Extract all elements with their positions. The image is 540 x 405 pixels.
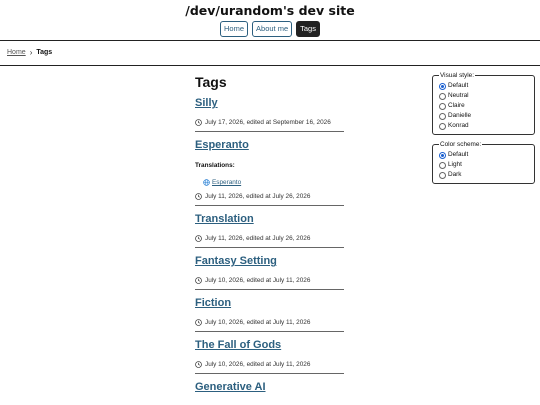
visual-style-option-konrad[interactable]: Konrad — [439, 121, 528, 131]
site-title: /dev/urandom's dev site — [185, 3, 355, 18]
header-divider — [0, 40, 540, 41]
post-meta: July 11, 2026, edited at July 26, 2026 — [195, 192, 345, 201]
visual-style-legend: Visual style: — [440, 72, 474, 79]
main-content: Tags Silly July 17, 2026, edited at Sept… — [195, 74, 345, 394]
nav-about-button[interactable]: About me — [252, 21, 293, 37]
clock-icon — [195, 235, 202, 242]
color-scheme-legend: Color scheme: — [440, 141, 482, 148]
radio-unchecked-icon[interactable] — [439, 92, 446, 100]
breadcrumb: Home › Tags — [7, 48, 52, 57]
clock-icon — [195, 119, 202, 126]
post-title-link[interactable]: Fiction — [195, 296, 345, 310]
post-divider — [195, 331, 344, 332]
post-item: Translation July 11, 2026, edited at Jul… — [195, 212, 345, 248]
radio-unchecked-icon[interactable] — [439, 112, 446, 120]
post-date: July 17, 2026, edited at September 16, 2… — [205, 119, 331, 126]
visual-style-fieldset: Visual style: Default Neutral Claire Dan… — [432, 72, 535, 135]
option-label: Neutral — [448, 92, 469, 99]
color-scheme-option-light[interactable]: Light — [439, 160, 528, 170]
post-date: July 11, 2026, edited at July 26, 2026 — [205, 193, 311, 200]
radio-checked-icon[interactable] — [439, 82, 446, 90]
post-date: July 10, 2026, edited at July 11, 2026 — [205, 361, 311, 368]
post-meta: July 17, 2026, edited at September 16, 2… — [195, 118, 345, 127]
post-date: July 11, 2026, edited at July 26, 2026 — [205, 235, 311, 242]
post-title-link[interactable]: The Fall of Gods — [195, 338, 345, 352]
post-item: Fiction July 10, 2026, edited at July 11… — [195, 296, 345, 332]
post-item: Silly July 17, 2026, edited at September… — [195, 96, 345, 132]
breadcrumb-current: Tags — [36, 49, 53, 56]
post-title-link[interactable]: Fantasy Setting — [195, 254, 345, 268]
visual-style-option-default[interactable]: Default — [439, 81, 528, 91]
color-scheme-fieldset: Color scheme: Default Light Dark — [432, 141, 535, 184]
post-meta: July 10, 2026, edited at July 11, 2026 — [195, 318, 345, 327]
clock-icon — [195, 361, 202, 368]
clock-icon — [195, 319, 202, 326]
translation-link[interactable]: Esperanto — [203, 179, 345, 186]
post-meta: July 11, 2026, edited at July 26, 2026 — [195, 234, 345, 243]
translations-label: Translations: — [195, 162, 235, 169]
breadcrumb-divider — [0, 65, 540, 66]
clock-icon — [195, 277, 202, 284]
option-label: Default — [448, 151, 469, 158]
nav-tags-button[interactable]: Tags — [296, 21, 320, 37]
color-scheme-option-dark[interactable]: Dark — [439, 170, 528, 180]
translation-link-label: Esperanto — [212, 179, 242, 186]
post-item: Fantasy Setting July 10, 2026, edited at… — [195, 254, 345, 290]
post-item: The Fall of Gods July 10, 2026, edited a… — [195, 338, 345, 374]
post-divider — [195, 247, 344, 248]
post-title-link[interactable]: Silly — [195, 96, 345, 110]
radio-unchecked-icon[interactable] — [439, 161, 446, 169]
post-title-link[interactable]: Generative AI — [195, 380, 345, 394]
radio-checked-icon[interactable] — [439, 151, 446, 159]
post-divider — [195, 373, 344, 374]
post-meta: July 10, 2026, edited at July 11, 2026 — [195, 276, 345, 285]
clock-icon — [195, 193, 202, 200]
option-label: Dark — [448, 171, 462, 178]
radio-unchecked-icon[interactable] — [439, 122, 446, 130]
post-date: July 10, 2026, edited at July 11, 2026 — [205, 319, 311, 326]
radio-unchecked-icon[interactable] — [439, 171, 446, 179]
post-title-link[interactable]: Esperanto — [195, 138, 345, 152]
option-label: Light — [448, 161, 462, 168]
post-divider — [195, 205, 344, 206]
visual-style-option-neutral[interactable]: Neutral — [439, 91, 528, 101]
top-nav: Home About me Tags — [0, 21, 540, 37]
post-divider — [195, 131, 344, 132]
nav-home-button[interactable]: Home — [220, 21, 249, 37]
post-item: Generative AI — [195, 380, 345, 394]
visual-style-option-claire[interactable]: Claire — [439, 101, 528, 111]
post-date: July 10, 2026, edited at July 11, 2026 — [205, 277, 311, 284]
option-label: Default — [448, 82, 469, 89]
breadcrumb-separator-icon: › — [29, 48, 33, 57]
option-label: Danielle — [448, 112, 472, 119]
radio-unchecked-icon[interactable] — [439, 102, 446, 110]
post-item: Esperanto Translations: Esperanto July 1… — [195, 138, 345, 206]
option-label: Konrad — [448, 122, 469, 129]
page-title: Tags — [195, 74, 227, 90]
post-divider — [195, 289, 344, 290]
post-meta: July 10, 2026, edited at July 11, 2026 — [195, 360, 345, 369]
option-label: Claire — [448, 102, 465, 109]
visual-style-option-danielle[interactable]: Danielle — [439, 111, 528, 121]
globe-icon — [203, 179, 210, 186]
color-scheme-option-default[interactable]: Default — [439, 150, 528, 160]
post-title-link[interactable]: Translation — [195, 212, 345, 226]
breadcrumb-home-link[interactable]: Home — [7, 49, 26, 56]
